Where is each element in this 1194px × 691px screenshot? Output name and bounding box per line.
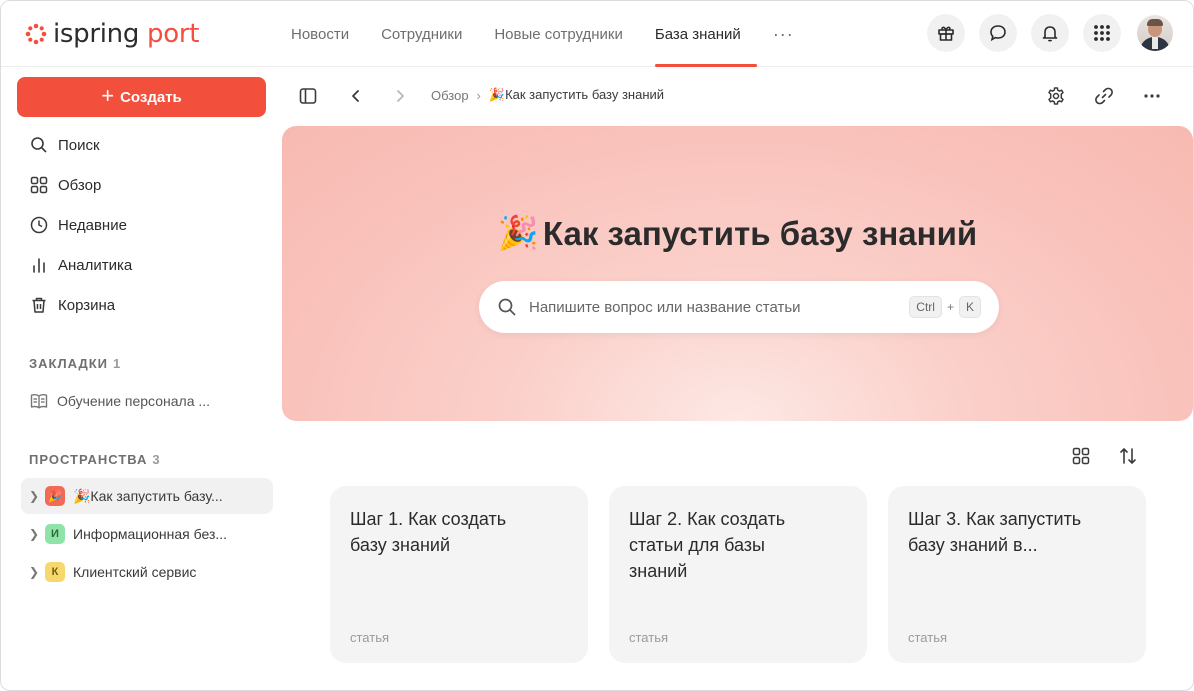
tab-news[interactable]: Новости — [275, 1, 365, 67]
space-item-info-security[interactable]: ❯ И Информационная без... — [21, 516, 273, 552]
logo[interactable]: ispring port — [25, 18, 199, 50]
sidebar-item-trash[interactable]: Корзина — [21, 287, 271, 323]
settings-button[interactable] — [1044, 84, 1068, 108]
top-nav: Новости Сотрудники Новые сотрудники База… — [275, 1, 810, 67]
breadcrumb-bar: Обзор › 🎉Как запустить базу знаний — [281, 67, 1193, 123]
avatar[interactable] — [1137, 15, 1173, 51]
card-title: Шаг 1. Как создать базу знаний — [350, 509, 507, 555]
sort-icon — [1120, 448, 1136, 464]
sidebar-panel-icon — [299, 88, 317, 104]
plus-icon: + — [101, 83, 115, 108]
space-badge: И — [45, 524, 65, 544]
tab-employees[interactable]: Сотрудники — [365, 1, 478, 67]
analytics-icon — [29, 255, 49, 275]
top-bar: ispring port Новости Сотрудники Новые со… — [1, 1, 1193, 67]
chevron-right-icon — [397, 90, 404, 102]
back-button[interactable] — [344, 84, 368, 108]
sidebar-item-overview[interactable]: Обзор — [21, 167, 271, 203]
card-type: статья — [350, 630, 390, 645]
card-type: статья — [629, 630, 669, 645]
chat-button[interactable] — [979, 14, 1017, 52]
space-item-client-service[interactable]: ❯ К Клиентский сервис — [21, 554, 273, 590]
search-input[interactable]: Напишите вопрос или название статьи Ctrl… — [479, 281, 999, 333]
card-title: Шаг 3. Как запустить базу знаний в... — [908, 509, 1082, 555]
tab-new-employees[interactable]: Новые сотрудники — [478, 1, 639, 67]
apps-grid-icon — [1094, 25, 1110, 41]
search-placeholder: Напишите вопрос или название статьи — [529, 298, 801, 316]
sidebar: + Создать Поиск Обзор Недавние Аналитика… — [1, 67, 281, 690]
breadcrumb-current: 🎉Как запустить базу знаний — [488, 87, 665, 102]
grid-view-icon — [1072, 447, 1090, 465]
sidebar-item-search[interactable]: Поиск — [21, 127, 271, 163]
page-title: 🎉 Как запустить базу знаний — [497, 214, 978, 252]
bookmarks-section-title: ЗАКЛАДКИ 1 — [29, 356, 122, 371]
logo-icon — [25, 23, 47, 45]
party-popper-icon: 🎉 — [497, 214, 539, 251]
create-button[interactable]: + Создать — [17, 77, 266, 117]
logo-text: ispring port — [53, 19, 200, 49]
apps-button[interactable] — [1083, 14, 1121, 52]
search-icon — [29, 135, 49, 155]
app-window: ispring port Новости Сотрудники Новые со… — [0, 0, 1194, 691]
space-item-launch-kb[interactable]: ❯ 🎉 🎉Как запустить базу... — [21, 478, 273, 514]
chevron-left-icon — [352, 90, 359, 102]
chevron-right-icon[interactable]: ❯ — [29, 489, 39, 503]
bell-icon — [1042, 26, 1058, 42]
shortcut-plus: + — [946, 300, 954, 314]
sidebar-item-analytics[interactable]: Аналитика — [21, 247, 271, 283]
more-horizontal-icon — [1144, 94, 1160, 98]
sort-button[interactable] — [1116, 444, 1140, 468]
view-controls — [1069, 444, 1140, 468]
chevron-right-icon[interactable]: ❯ — [29, 527, 39, 541]
sidebar-item-recent[interactable]: Недавние — [21, 207, 271, 243]
more-tabs-button[interactable]: ··· — [757, 1, 810, 67]
card-type: статья — [908, 630, 948, 645]
spaces-section-title: ПРОСТРАНСТВА 3 — [29, 452, 161, 467]
link-icon — [1095, 87, 1113, 105]
more-options-button[interactable] — [1140, 84, 1164, 108]
hero-banner: 🎉 Как запустить базу знаний Напишите воп… — [282, 126, 1193, 421]
overview-grid-icon — [29, 175, 49, 195]
space-badge: 🎉 — [45, 486, 65, 506]
grid-view-button[interactable] — [1069, 444, 1093, 468]
breadcrumb-item[interactable]: Обзор — [431, 88, 469, 103]
breadcrumb: Обзор › 🎉Как запустить базу знаний — [431, 87, 664, 103]
tab-knowledge-base[interactable]: База знаний — [639, 1, 757, 67]
forward-button[interactable] — [388, 84, 412, 108]
clock-icon — [29, 215, 49, 235]
shortcut-key: K — [958, 296, 981, 318]
toggle-sidebar-button[interactable] — [296, 84, 320, 108]
chat-icon — [990, 25, 1006, 42]
space-badge: К — [45, 562, 65, 582]
search-icon — [498, 298, 516, 316]
top-actions — [927, 14, 1173, 52]
bookmarks-count: 1 — [113, 356, 122, 371]
article-card[interactable]: Шаг 1. Как создать базу знаний статья — [330, 486, 588, 663]
bookmark-item[interactable]: Обучение персонала ... — [21, 385, 271, 417]
shortcut-key: Ctrl — [909, 296, 942, 318]
article-card[interactable]: Шаг 3. Как запустить базу знаний в... ст… — [888, 486, 1146, 663]
copy-link-button[interactable] — [1092, 84, 1116, 108]
gift-icon — [938, 26, 954, 41]
article-card[interactable]: Шаг 2. Как создать статьи для базы знани… — [609, 486, 867, 663]
trash-icon — [29, 295, 49, 315]
book-icon — [29, 391, 49, 411]
spaces-count: 3 — [152, 452, 161, 467]
notifications-button[interactable] — [1031, 14, 1069, 52]
chevron-right-icon[interactable]: ❯ — [29, 565, 39, 579]
gift-button[interactable] — [927, 14, 965, 52]
gear-icon — [1048, 87, 1064, 105]
breadcrumb-separator-icon: › — [476, 87, 481, 103]
card-title: Шаг 2. Как создать статьи для базы знани… — [629, 509, 786, 581]
